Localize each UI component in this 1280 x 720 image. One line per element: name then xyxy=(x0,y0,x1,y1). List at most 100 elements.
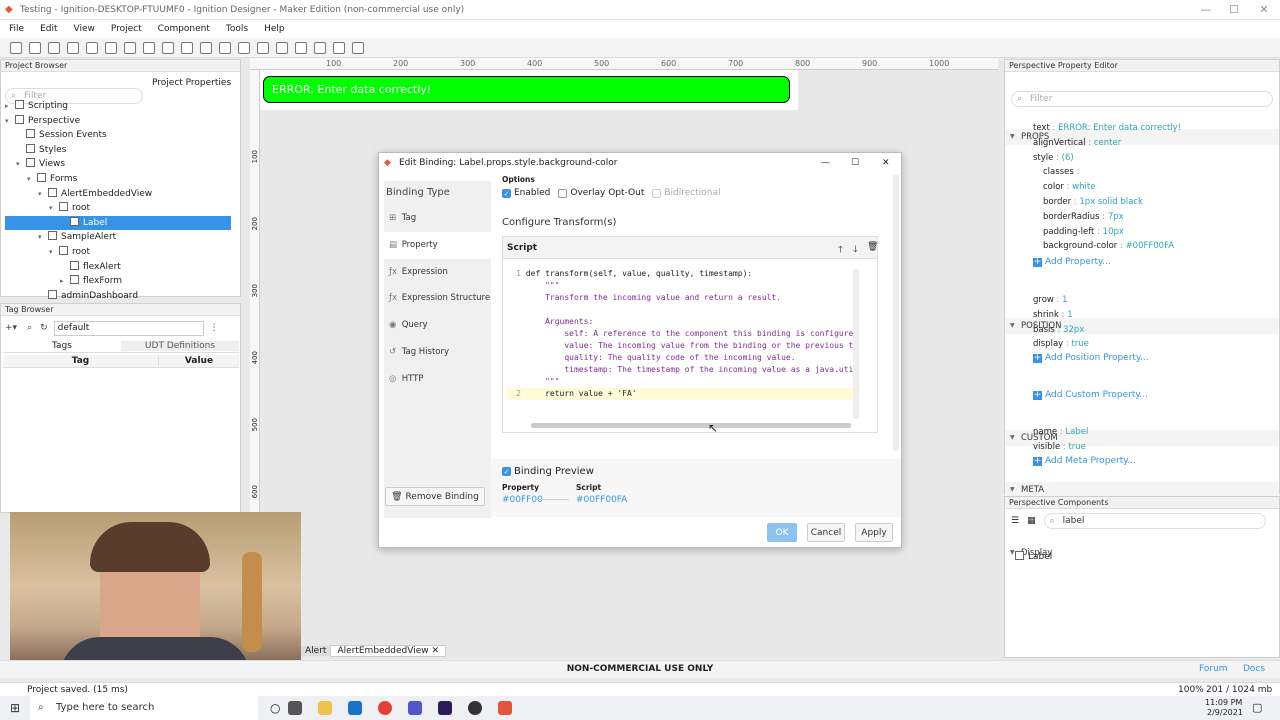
property-value[interactable]: 1px solid black xyxy=(1079,197,1143,207)
tree-node[interactable]: ▾ Views xyxy=(5,157,231,172)
property-row[interactable]: alignVertical : center xyxy=(1005,136,1279,151)
property-value[interactable]: white xyxy=(1072,182,1095,192)
tree-node[interactable]: ▾ AlertEmbeddedView xyxy=(5,187,231,202)
obs-icon[interactable] xyxy=(468,701,483,715)
zoom-out-icon[interactable] xyxy=(256,41,269,54)
dialog-maximize-icon[interactable]: ☐ xyxy=(851,153,859,173)
task-view-icon[interactable] xyxy=(288,701,303,715)
property-row[interactable]: visible : true xyxy=(1005,440,1279,455)
undo-icon[interactable] xyxy=(47,41,60,54)
property-row[interactable]: shrink : 1 xyxy=(1005,308,1279,323)
ignition-icon[interactable] xyxy=(498,701,513,715)
outlook-icon[interactable] xyxy=(348,701,363,715)
menu-help[interactable]: Help xyxy=(264,20,285,38)
property-row[interactable]: style : (6) xyxy=(1005,151,1279,166)
tab-udt[interactable]: UDT Definitions xyxy=(121,340,239,351)
cancel-button[interactable]: Cancel xyxy=(807,523,845,542)
expand-icon[interactable]: ▾ xyxy=(49,201,59,216)
tab-alert-embedded-view[interactable]: AlertEmbeddedView ✕ xyxy=(330,644,447,657)
tree-node[interactable]: ▾ root xyxy=(5,201,231,216)
expand-icon[interactable]: ▾ xyxy=(38,230,48,245)
menu-component[interactable]: Component xyxy=(158,20,210,38)
remove-binding-button[interactable]: 🗑 Remove Binding xyxy=(385,487,485,506)
close-tab-icon[interactable]: ✕ xyxy=(431,646,439,656)
col-value[interactable]: Value xyxy=(159,356,239,366)
property-value[interactable]: #00FF00FA xyxy=(1126,241,1174,251)
apply-button[interactable]: Apply xyxy=(855,523,893,542)
add-icon[interactable]: +▾ xyxy=(5,323,17,333)
ok-button[interactable]: OK xyxy=(767,523,797,542)
bidirectional-checkbox[interactable] xyxy=(652,188,662,198)
paste-icon[interactable] xyxy=(123,41,136,54)
minimize-button[interactable]: — xyxy=(1194,3,1218,16)
add-property-link[interactable]: Add Property... xyxy=(1033,257,1111,267)
maximize-button[interactable]: ☐ xyxy=(1222,3,1246,16)
layer-icon[interactable] xyxy=(332,41,345,54)
binding-type-expression[interactable]: ƒx Expression xyxy=(384,259,491,286)
tree-node[interactable]: ▾ SampleAlert xyxy=(5,230,231,245)
tree-node[interactable]: Styles xyxy=(5,143,231,158)
forum-link[interactable]: Forum xyxy=(1199,664,1228,674)
more-icon[interactable]: ⋮ xyxy=(210,323,219,333)
dialog-minimize-icon[interactable]: — xyxy=(821,153,830,173)
property-row[interactable]: display : true xyxy=(1005,337,1279,352)
property-value[interactable]: 1 xyxy=(1062,295,1067,305)
delete-transform-icon[interactable]: 🗑 xyxy=(867,242,878,252)
cut-icon[interactable] xyxy=(85,41,98,54)
tab-alert[interactable]: Alert xyxy=(301,645,331,656)
delete-icon[interactable] xyxy=(142,41,155,54)
file-explorer-icon[interactable] xyxy=(318,701,333,715)
expand-icon[interactable]: ▾ xyxy=(49,245,59,260)
property-row[interactable]: background-color : #00FF00FA xyxy=(1005,239,1279,254)
col-tag[interactable]: Tag xyxy=(3,356,159,366)
chrome-icon[interactable] xyxy=(378,701,393,715)
property-value[interactable]: Label xyxy=(1065,427,1088,437)
binding-type-http[interactable]: ◎ HTTP xyxy=(384,366,491,393)
refresh-icon[interactable]: ↻ xyxy=(40,323,48,333)
play-icon[interactable] xyxy=(218,41,231,54)
tree-node[interactable]: ▸ Scripting xyxy=(5,99,231,114)
copy-icon[interactable] xyxy=(104,41,117,54)
notification-icon[interactable]: ▢ xyxy=(1252,701,1262,714)
expand-icon[interactable]: ▾ xyxy=(16,157,26,172)
flip-icon[interactable] xyxy=(199,41,212,54)
property-row[interactable]: text : ERROR: Enter data correctly! xyxy=(1005,121,1279,136)
script-editor[interactable]: 1 def transform(self, value, quality, ti… xyxy=(507,268,855,418)
property-row[interactable]: padding-left : 10px xyxy=(1005,225,1279,240)
binding-type-tag-history[interactable]: ↺ Tag History xyxy=(384,339,491,366)
dialog-close-icon[interactable]: ✕ xyxy=(882,153,890,173)
ungroup-icon[interactable] xyxy=(313,41,326,54)
editor-vertical-scrollbar[interactable] xyxy=(853,269,859,419)
move-up-icon[interactable]: 🡑 xyxy=(838,242,843,258)
editor-horizontal-scrollbar[interactable] xyxy=(531,423,851,428)
expand-icon[interactable]: ▸ xyxy=(60,274,70,289)
binding-type-query[interactable]: ◉ Query xyxy=(384,312,491,339)
property-value[interactable]: center xyxy=(1094,138,1121,148)
lock-icon[interactable] xyxy=(351,41,364,54)
property-value[interactable]: ERROR: Enter data correctly! xyxy=(1058,123,1181,133)
property-row[interactable]: color : white xyxy=(1005,180,1279,195)
redo-icon[interactable] xyxy=(66,41,79,54)
tree-node[interactable]: ▾ Forms xyxy=(5,172,231,187)
property-value[interactable]: 32px xyxy=(1063,325,1084,335)
tree-node[interactable]: Session Events xyxy=(5,128,231,143)
tree-node[interactable]: ▸ flexForm xyxy=(5,274,231,289)
tree-node[interactable]: flexAlert xyxy=(5,260,231,275)
project-properties-button[interactable]: Project Properties xyxy=(152,78,231,88)
menu-edit[interactable]: Edit xyxy=(40,20,57,38)
binding-type-expression-structure[interactable]: ƒx Expression Structure xyxy=(384,285,491,312)
tag-provider-select[interactable]: default xyxy=(53,320,204,336)
taskbar-search[interactable]: ⌕ Type here to search xyxy=(30,696,258,720)
zoom-in-icon[interactable] xyxy=(237,41,250,54)
group-icon[interactable] xyxy=(294,41,307,54)
property-row[interactable]: grow : 1 xyxy=(1005,293,1279,308)
tree-node[interactable]: ▾ root xyxy=(5,245,231,260)
align-icon[interactable] xyxy=(161,41,174,54)
property-row[interactable]: borderRadius : 7px xyxy=(1005,210,1279,225)
expand-icon[interactable]: ▸ xyxy=(5,99,15,114)
property-row[interactable]: basis : 32px xyxy=(1005,323,1279,338)
property-filter-input[interactable]: Filter xyxy=(1011,91,1273,107)
binding-type-property[interactable]: ▤ Property xyxy=(384,231,491,259)
add-meta-link[interactable]: Add Meta Property... xyxy=(1033,456,1136,466)
cortana-icon[interactable]: ○ xyxy=(270,701,280,715)
